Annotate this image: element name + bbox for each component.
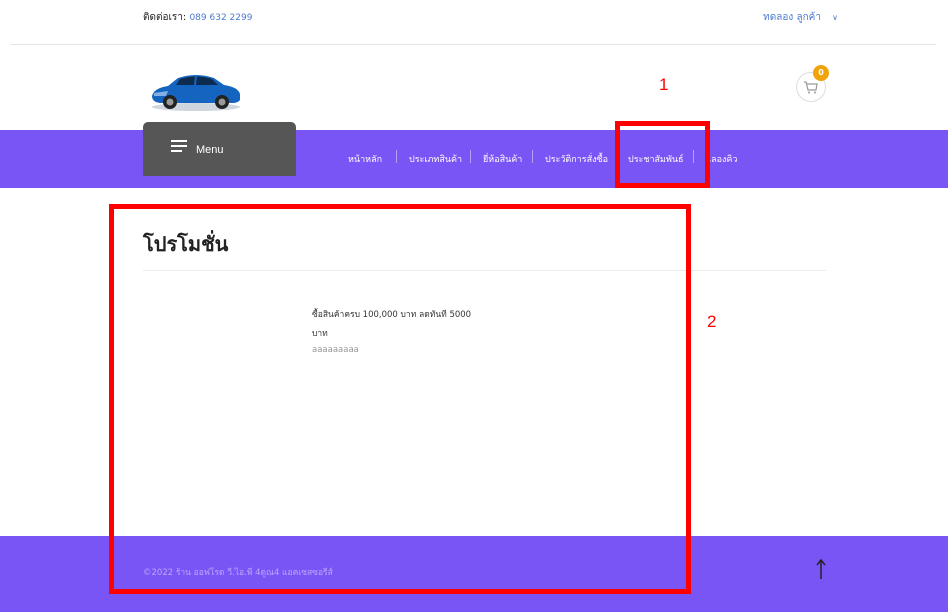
menu-label: Menu: [196, 144, 224, 156]
account-menu[interactable]: ทดลอง ลูกค้า ∨: [763, 10, 838, 25]
hamburger-icon: [171, 140, 187, 152]
menu-toggle-button[interactable]: Menu: [143, 122, 296, 176]
top-divider: [10, 44, 936, 45]
back-to-top-button[interactable]: [814, 557, 828, 581]
annotation-box-1: [615, 121, 710, 188]
nav-separator: [470, 150, 471, 163]
contact-phone-link[interactable]: 089 632 2299: [189, 13, 252, 23]
nav-item-order-history[interactable]: ประวัติการสั่งซื้อ: [545, 152, 608, 166]
top-bar: ติดต่อเรา: 089 632 2299 ทดลอง ลูกค้า ∨: [0, 0, 948, 44]
chevron-down-icon[interactable]: ∨: [832, 13, 838, 22]
cart-icon: [804, 81, 818, 94]
annotation-number-2: 2: [707, 312, 717, 331]
contact-info: ติดต่อเรา: 089 632 2299: [143, 10, 252, 25]
arrow-up-icon: [816, 558, 826, 579]
nav-item-product-types[interactable]: ประเภทสินค้า: [409, 152, 462, 166]
nav-separator: [396, 150, 397, 163]
nav-item-queue[interactable]: เลองคิว: [708, 152, 737, 166]
annotation-box-2: [109, 204, 691, 594]
page: ติดต่อเรา: 089 632 2299 ทดลอง ลูกค้า ∨ 0…: [0, 0, 948, 612]
nav-item-home[interactable]: หน้าหลัก: [348, 152, 382, 166]
contact-label: ติดต่อเรา:: [143, 12, 187, 23]
annotation-number-1: 1: [659, 75, 669, 94]
car-logo[interactable]: [148, 66, 244, 112]
account-name[interactable]: ทดลอง ลูกค้า: [763, 12, 821, 23]
nav-item-brands[interactable]: ยี่ห้อสินค้า: [483, 152, 522, 166]
nav-separator: [532, 150, 533, 163]
cart-count-badge: 0: [813, 65, 829, 81]
